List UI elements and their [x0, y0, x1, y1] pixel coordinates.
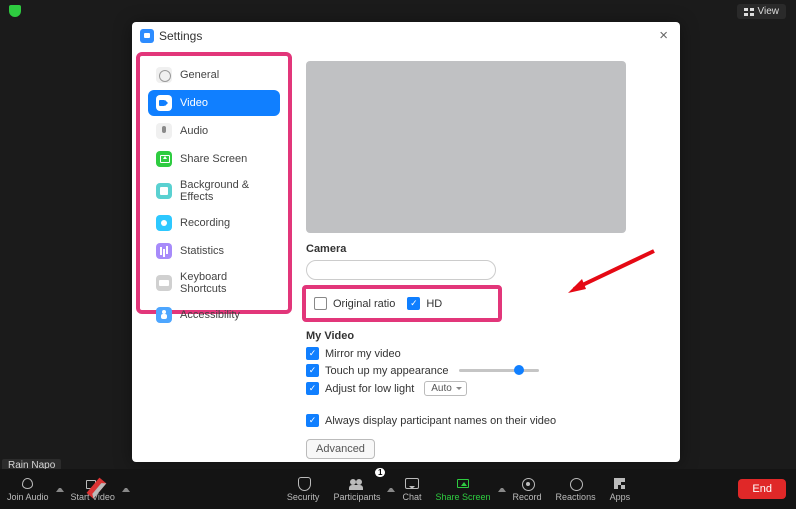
label: Touch up my appearance: [325, 365, 449, 377]
camera-select[interactable]: [306, 260, 496, 280]
lowlight-checkbox[interactable]: Adjust for low light Auto: [306, 381, 664, 396]
reactions-button[interactable]: Reactions: [549, 469, 603, 509]
security-button[interactable]: Security: [280, 469, 327, 509]
label: Chat: [402, 492, 421, 502]
settings-dialog: Settings × General Video Audio Share Scr…: [132, 22, 680, 462]
keyboard-icon: [156, 275, 172, 291]
view-button[interactable]: View: [737, 4, 787, 19]
sidebar-item-background[interactable]: Background & Effects: [148, 174, 280, 208]
share-screen-icon: [455, 476, 472, 491]
checkbox-icon: [306, 382, 319, 395]
sidebar-item-accessibility[interactable]: Accessibility: [148, 302, 280, 328]
advanced-button[interactable]: Advanced: [306, 439, 375, 459]
microphone-icon: [156, 123, 172, 139]
share-screen-button[interactable]: Share Screen: [428, 469, 497, 509]
label: Always display participant names on thei…: [325, 415, 556, 427]
gear-icon: [156, 67, 172, 83]
participants-caret[interactable]: [387, 485, 395, 494]
label: Video: [180, 97, 208, 109]
grid-icon: [744, 8, 754, 16]
view-label: View: [758, 6, 780, 17]
smile-icon: [567, 476, 584, 491]
audio-caret[interactable]: [56, 485, 64, 494]
close-icon[interactable]: ×: [655, 27, 672, 44]
label: Adjust for low light: [325, 383, 414, 395]
label: Join Audio: [7, 492, 49, 502]
slider-knob[interactable]: [514, 365, 524, 375]
touchup-checkbox[interactable]: Touch up my appearance: [306, 364, 664, 377]
label: Security: [287, 492, 320, 502]
participants-count: 1: [375, 468, 385, 477]
label: Share Screen: [435, 492, 490, 502]
headphones-icon: [19, 476, 36, 491]
label: Participants: [333, 492, 380, 502]
checkbox-icon: [306, 414, 319, 427]
join-audio-button[interactable]: Join Audio: [0, 469, 56, 509]
chat-button[interactable]: Chat: [395, 469, 428, 509]
share-caret[interactable]: [498, 485, 506, 494]
participants-button[interactable]: 1 Participants: [326, 469, 387, 509]
accessibility-icon: [156, 307, 172, 323]
record-button[interactable]: Record: [506, 469, 549, 509]
camera-icon: [156, 95, 172, 111]
shield-icon: [295, 476, 312, 491]
apps-icon: [611, 476, 628, 491]
ratio-row: Original ratio HD: [302, 285, 502, 322]
label: Accessibility: [180, 309, 240, 321]
label: Reactions: [556, 492, 596, 502]
mirror-checkbox[interactable]: Mirror my video: [306, 347, 664, 360]
touchup-slider[interactable]: [459, 369, 539, 372]
label: General: [180, 69, 219, 81]
end-button[interactable]: End: [738, 479, 786, 499]
participants-icon: [348, 476, 365, 491]
label: HD: [426, 298, 442, 310]
start-video-button[interactable]: Start Video: [64, 469, 122, 509]
settings-sidebar: General Video Audio Share Screen Backgro…: [136, 52, 292, 314]
sidebar-item-general[interactable]: General: [148, 62, 280, 88]
label: Statistics: [180, 245, 224, 257]
record-icon: [156, 215, 172, 231]
stats-icon: [156, 243, 172, 259]
shield-icon[interactable]: [9, 5, 21, 17]
label: Keyboard Shortcuts: [180, 271, 272, 295]
label: Share Screen: [180, 153, 247, 165]
camera-off-icon: [84, 476, 101, 491]
record-icon: [519, 476, 536, 491]
camera-preview: [306, 61, 626, 233]
label: Apps: [610, 492, 631, 502]
lowlight-mode-select[interactable]: Auto: [424, 381, 467, 396]
meeting-toolbar: Join Audio Start Video Security 1 Partici…: [0, 469, 796, 509]
camera-heading: Camera: [306, 243, 664, 255]
checkbox-icon: [306, 364, 319, 377]
checkbox-icon: [314, 297, 327, 310]
settings-title: Settings: [159, 29, 202, 43]
label: Audio: [180, 125, 208, 137]
checkbox-icon: [407, 297, 420, 310]
background-icon: [156, 183, 172, 199]
sidebar-item-keyboard[interactable]: Keyboard Shortcuts: [148, 266, 280, 300]
chat-icon: [403, 476, 420, 491]
sidebar-item-share-screen[interactable]: Share Screen: [148, 146, 280, 172]
settings-panel: Camera Original ratio HD My Video Mirror…: [292, 47, 680, 462]
label: Record: [513, 492, 542, 502]
label: Recording: [180, 217, 230, 229]
sidebar-item-statistics[interactable]: Statistics: [148, 238, 280, 264]
original-ratio-checkbox[interactable]: Original ratio: [314, 297, 395, 310]
sidebar-item-video[interactable]: Video: [148, 90, 280, 116]
sidebar-item-recording[interactable]: Recording: [148, 210, 280, 236]
hd-checkbox[interactable]: HD: [407, 297, 442, 310]
label: Mirror my video: [325, 348, 401, 360]
label: Original ratio: [333, 298, 395, 310]
app-logo-icon: [140, 29, 154, 43]
show-names-checkbox[interactable]: Always display participant names on thei…: [306, 414, 664, 427]
checkbox-icon: [306, 347, 319, 360]
share-icon: [156, 151, 172, 167]
myvideo-heading: My Video: [306, 330, 664, 342]
label: Background & Effects: [180, 179, 272, 203]
apps-button[interactable]: Apps: [603, 469, 638, 509]
video-caret[interactable]: [122, 485, 130, 494]
sidebar-item-audio[interactable]: Audio: [148, 118, 280, 144]
